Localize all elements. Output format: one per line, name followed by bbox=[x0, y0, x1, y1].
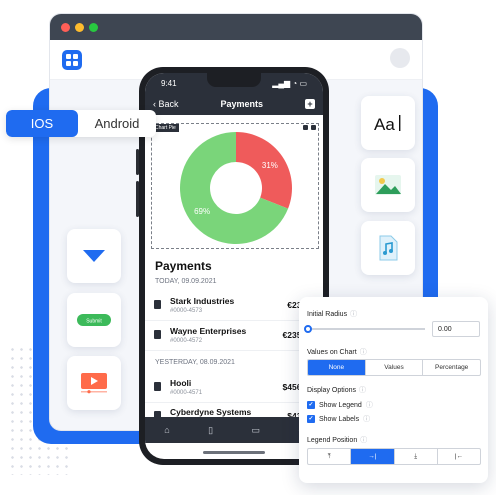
show-labels-checkbox[interactable]: ✓ Show Labels ⓘ bbox=[307, 414, 370, 424]
status-time: 9:41 bbox=[161, 78, 177, 88]
display-options-label: Display Options ⓘ bbox=[307, 385, 366, 395]
group-label-yesterday: YESTERDAY, 08.09.2021 bbox=[155, 359, 235, 366]
pie-slice-label-0: 31% bbox=[262, 161, 278, 170]
values-option-values[interactable]: Values bbox=[366, 360, 424, 375]
document-icon bbox=[154, 330, 161, 339]
volume-up-button bbox=[136, 149, 139, 175]
info-icon: ⓘ bbox=[350, 311, 358, 318]
pie-slice-label-1: 69% bbox=[194, 207, 210, 216]
info-icon: ⓘ bbox=[363, 416, 371, 423]
legend-position-label: Legend Position ⓘ bbox=[307, 435, 367, 445]
document-icon bbox=[154, 300, 161, 309]
dropdown-widget-tile[interactable] bbox=[67, 229, 121, 283]
tab-bar: ⌂ ▯ ▭ ◌ bbox=[145, 417, 323, 443]
delete-icon[interactable] bbox=[311, 125, 316, 130]
chart-tools bbox=[303, 125, 316, 130]
avatar[interactable] bbox=[390, 48, 410, 68]
image-widget-tile[interactable] bbox=[361, 158, 415, 212]
info-icon: ⓘ bbox=[359, 387, 367, 394]
table-row[interactable]: Hooli #0000-4571 $456 000 bbox=[145, 373, 323, 403]
music-file-icon bbox=[379, 235, 398, 261]
radius-slider[interactable] bbox=[304, 325, 425, 333]
platform-option-ios[interactable]: IOS bbox=[6, 110, 78, 137]
chat-icon[interactable]: ▭ bbox=[251, 425, 260, 436]
back-label: Back bbox=[158, 99, 179, 109]
row-id: #0000-4573 bbox=[170, 308, 203, 314]
pie-chart: 31% 69% bbox=[180, 132, 292, 244]
window-titlebar bbox=[50, 14, 422, 40]
edit-icon[interactable] bbox=[303, 125, 308, 130]
table-row[interactable]: Stark Industries #0000-4573 €23 500 bbox=[145, 291, 323, 321]
info-icon: ⓘ bbox=[359, 349, 367, 356]
pie-chart-widget[interactable]: Chart Pie 31% 69% bbox=[151, 123, 319, 249]
platform-option-android[interactable]: Android bbox=[78, 110, 156, 137]
initial-radius-label: Initial Radius ⓘ bbox=[307, 309, 357, 319]
video-widget-tile[interactable] bbox=[67, 356, 121, 410]
pie-slice-0 bbox=[236, 132, 292, 209]
info-icon: ⓘ bbox=[365, 402, 373, 409]
chart-settings-panel: Initial Radius ⓘ 0.00 Values on Chart ⓘ No… bbox=[299, 297, 488, 483]
initial-radius-text: Initial Radius bbox=[307, 311, 348, 318]
document-icon bbox=[154, 382, 161, 391]
legend-position-text: Legend Position bbox=[307, 437, 358, 444]
text-widget-tile[interactable]: Aa bbox=[361, 96, 415, 150]
video-icon bbox=[81, 373, 107, 394]
checkbox-checked-icon: ✓ bbox=[307, 415, 315, 423]
values-on-chart-text: Values on Chart bbox=[307, 349, 357, 356]
table-row[interactable]: Wayne Enterprises #0000-4572 €235 000 bbox=[145, 321, 323, 351]
audio-widget-tile[interactable] bbox=[361, 221, 415, 275]
text-icon: Aa bbox=[374, 115, 401, 133]
group-label-today: TODAY, 09.09.2021 bbox=[155, 278, 217, 285]
button-icon: Submit bbox=[77, 314, 111, 326]
values-on-chart-label: Values on Chart ⓘ bbox=[307, 347, 367, 357]
svg-text:Submit: Submit bbox=[86, 319, 102, 325]
legend-bottom-icon[interactable]: ⤓ bbox=[395, 449, 438, 464]
document-tab-icon[interactable]: ▯ bbox=[208, 425, 213, 436]
legend-right-icon[interactable]: →| bbox=[351, 449, 395, 464]
minimize-icon[interactable] bbox=[75, 22, 84, 32]
close-icon[interactable] bbox=[61, 22, 70, 32]
home-icon[interactable]: ⌂ bbox=[164, 425, 169, 435]
volume-down-button bbox=[136, 181, 139, 217]
signal-icon: ▂▄▆ ◔ ▭ bbox=[272, 78, 307, 88]
section-title: Payments bbox=[155, 259, 212, 273]
phone-screen: 9:41 ▂▄▆ ◔ ▭ ‹ Back Payments + Chart Pie… bbox=[145, 73, 323, 459]
chart-tag: Chart Pie bbox=[152, 124, 179, 132]
legend-top-icon[interactable]: ⤒ bbox=[308, 449, 352, 464]
stage: IOS Android Aa Submit 9:41 ▂▄▆ ◔ ▭ ‹ Bac… bbox=[0, 0, 496, 495]
info-icon: ⓘ bbox=[360, 437, 368, 444]
home-indicator bbox=[203, 451, 265, 454]
phone-notch bbox=[207, 73, 261, 87]
row-id: #0000-4571 bbox=[170, 390, 203, 396]
checkbox-checked-icon: ✓ bbox=[307, 401, 315, 409]
show-legend-label: Show Legend bbox=[319, 401, 362, 409]
row-id: #0000-4572 bbox=[170, 338, 203, 344]
slider-handle[interactable] bbox=[304, 325, 312, 333]
image-icon bbox=[375, 175, 401, 195]
nav-bar: ‹ Back Payments + bbox=[145, 93, 323, 115]
show-labels-label: Show Labels bbox=[319, 415, 360, 423]
page-title: Payments bbox=[220, 99, 264, 109]
values-segmented-control: None Values Percentage bbox=[307, 359, 481, 376]
values-option-none[interactable]: None bbox=[308, 360, 366, 375]
row-name: Stark Industries bbox=[170, 296, 235, 306]
values-option-percentage[interactable]: Percentage bbox=[423, 360, 480, 375]
apps-grid-icon[interactable] bbox=[62, 50, 82, 70]
button-widget-tile[interactable]: Submit bbox=[67, 293, 121, 347]
show-legend-checkbox[interactable]: ✓ Show Legend ⓘ bbox=[307, 400, 373, 410]
platform-toggle: IOS Android bbox=[6, 110, 156, 137]
back-button[interactable]: ‹ Back bbox=[153, 99, 179, 109]
legend-position-control: ⤒ →| ⤓ |← bbox=[307, 448, 481, 465]
maximize-icon[interactable] bbox=[89, 22, 98, 32]
chevron-down-icon bbox=[83, 250, 105, 262]
add-icon[interactable]: + bbox=[304, 99, 315, 109]
row-name: Wayne Enterprises bbox=[170, 326, 247, 336]
row-name: Cyberdyne Systems bbox=[170, 407, 252, 417]
radius-input[interactable]: 0.00 bbox=[432, 321, 480, 337]
legend-left-icon[interactable]: |← bbox=[438, 449, 480, 464]
svg-text:Aa: Aa bbox=[374, 115, 395, 133]
display-options-text: Display Options bbox=[307, 387, 357, 394]
row-name: Hooli bbox=[170, 378, 192, 388]
